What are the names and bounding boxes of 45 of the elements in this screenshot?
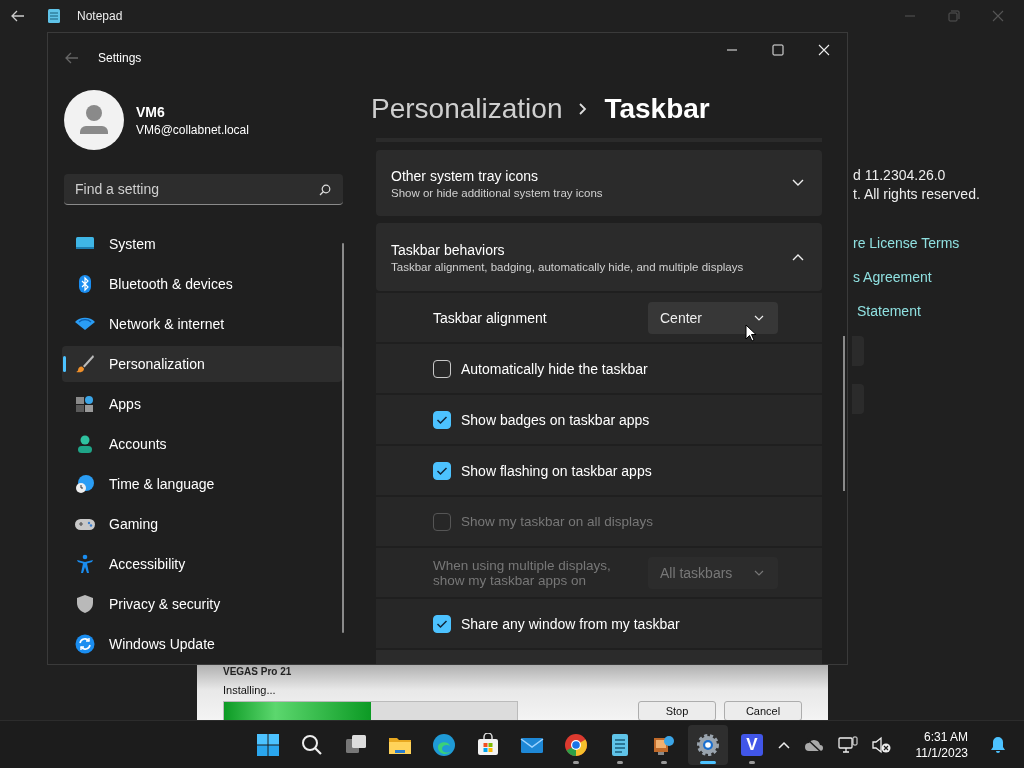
user-name: VM6: [136, 103, 166, 120]
dialog-button[interactable]: Stop: [638, 701, 716, 721]
section-header[interactable]: Taskbar behaviors Taskbar alignment, badging, automatically hide, and multiple displays: [376, 223, 822, 291]
nav-item[interactable]: Privacy & security: [62, 586, 342, 622]
section-title: Taskbar behaviors: [391, 241, 506, 258]
nav-item[interactable]: Network & internet: [62, 306, 342, 342]
nav-item[interactable]: Gaming: [62, 506, 342, 542]
section-header[interactable]: Other system tray icons Show or hide additional system tray icons: [376, 150, 822, 216]
search-field[interactable]: Find a setting: [64, 174, 343, 205]
about-text: d 11.2304.26.0: [853, 166, 946, 185]
window-title: Settings: [98, 51, 142, 65]
installer-title: VEGAS Pro 21: [223, 666, 293, 677]
nav-item[interactable]: Bluetooth & devices: [62, 266, 342, 302]
section-subtitle: Taskbar alignment, badging, automatically hide, and multiple displays: [391, 260, 744, 273]
checkbox-label: Share any window from my taskbar: [461, 615, 680, 632]
about-text: t. All rights reserved.: [853, 185, 980, 204]
nav-item[interactable]: Windows Update: [62, 626, 342, 662]
section-title: Other system tray icons: [391, 167, 540, 184]
status-text: Installing...: [223, 684, 277, 696]
dropdown[interactable]: Center: [648, 301, 778, 334]
setting-label: Taskbar alignment: [433, 309, 548, 326]
user-email: VM6@collabnet.local: [136, 122, 249, 137]
nav-item[interactable]: Personalization: [62, 346, 342, 382]
link[interactable]: s Agreement: [853, 260, 932, 294]
nav-item[interactable]: Apps: [62, 386, 342, 422]
breadcrumb-item: Taskbar: [604, 93, 710, 125]
clock-time[interactable]: 6:31 AM: [923, 728, 968, 745]
checkbox-label: Show flashing on taskbar apps: [461, 462, 652, 479]
breadcrumb-item[interactable]: Personalization: [371, 93, 563, 125]
checkbox-label: Automatically hide the taskbar: [461, 360, 648, 377]
nav-item[interactable]: Time & language: [62, 466, 342, 502]
link[interactable]: re License Terms: [853, 226, 960, 260]
window-title: Notepad: [77, 9, 123, 23]
dialog-button[interactable]: Cancel: [724, 701, 802, 721]
clock-date[interactable]: 11/1/2023: [915, 744, 968, 761]
checkbox-label: Show my taskbar on all displays: [461, 514, 654, 529]
nav-item[interactable]: System: [62, 226, 342, 262]
dropdown: All taskbars: [648, 556, 778, 589]
nav-item[interactable]: Accessibility: [62, 546, 342, 582]
nav-item[interactable]: Accounts: [62, 426, 342, 462]
taskbar-app[interactable]: V: [732, 724, 772, 765]
checkbox-label: Show badges on taskbar apps: [461, 411, 650, 428]
setting-label: When using multiple displays, show my taskbar apps on: [433, 557, 612, 588]
link[interactable]: Statement: [853, 294, 921, 328]
section-subtitle: Show or hide additional system tray icons: [391, 186, 603, 199]
